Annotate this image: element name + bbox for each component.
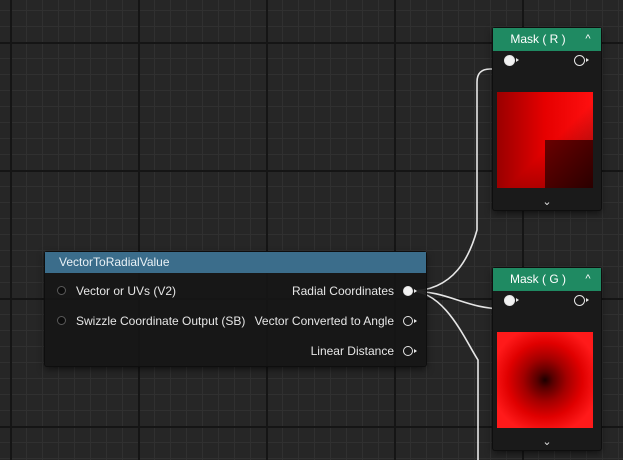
output-pin-icon[interactable] (403, 286, 417, 296)
output-pin-icon[interactable] (403, 346, 417, 356)
mask-g-pins (493, 291, 601, 311)
output-pin-icon[interactable] (403, 316, 417, 326)
mask-g-node[interactable]: Mask ( G ) ^ ⌄ (493, 268, 601, 450)
node-title[interactable]: VectorToRadialValue (45, 252, 426, 273)
node-title: Mask ( R ) (510, 32, 566, 46)
mask-r-node[interactable]: Mask ( R ) ^ ⌄ (493, 28, 601, 210)
node-title: Mask ( G ) (510, 272, 566, 286)
mask-r-preview (497, 92, 593, 188)
output-label: Radial Coordinates (291, 284, 394, 298)
input-pin-icon[interactable] (57, 316, 66, 325)
input-pin-icon[interactable] (57, 286, 66, 295)
mask-r-pins (493, 51, 601, 71)
input-pin-icon[interactable] (504, 55, 519, 66)
mask-r-header[interactable]: Mask ( R ) ^ (493, 28, 601, 51)
chevron-down-icon[interactable]: ⌄ (493, 195, 601, 208)
output-label: Linear Distance (310, 344, 394, 358)
output-pin-icon[interactable] (574, 295, 589, 306)
vector-to-radial-value-node[interactable]: VectorToRadialValue Vector or UVs (V2) S… (45, 252, 426, 366)
output-pin-icon[interactable] (574, 55, 589, 66)
output-label: Vector Converted to Angle (254, 314, 394, 328)
chevron-up-icon[interactable]: ^ (581, 28, 595, 51)
mask-g-header[interactable]: Mask ( G ) ^ (493, 268, 601, 291)
input-label: Swizzle Coordinate Output (SB) (76, 314, 246, 328)
output-vector-converted-to-angle[interactable]: Vector Converted to Angle (254, 311, 417, 331)
output-linear-distance[interactable]: Linear Distance (310, 341, 417, 361)
input-label: Vector or UVs (V2) (76, 284, 177, 298)
output-radial-coordinates[interactable]: Radial Coordinates (291, 281, 417, 301)
mask-g-preview (497, 332, 593, 428)
chevron-down-icon[interactable]: ⌄ (493, 435, 601, 448)
chevron-up-icon[interactable]: ^ (581, 268, 595, 291)
input-pin-icon[interactable] (504, 295, 519, 306)
